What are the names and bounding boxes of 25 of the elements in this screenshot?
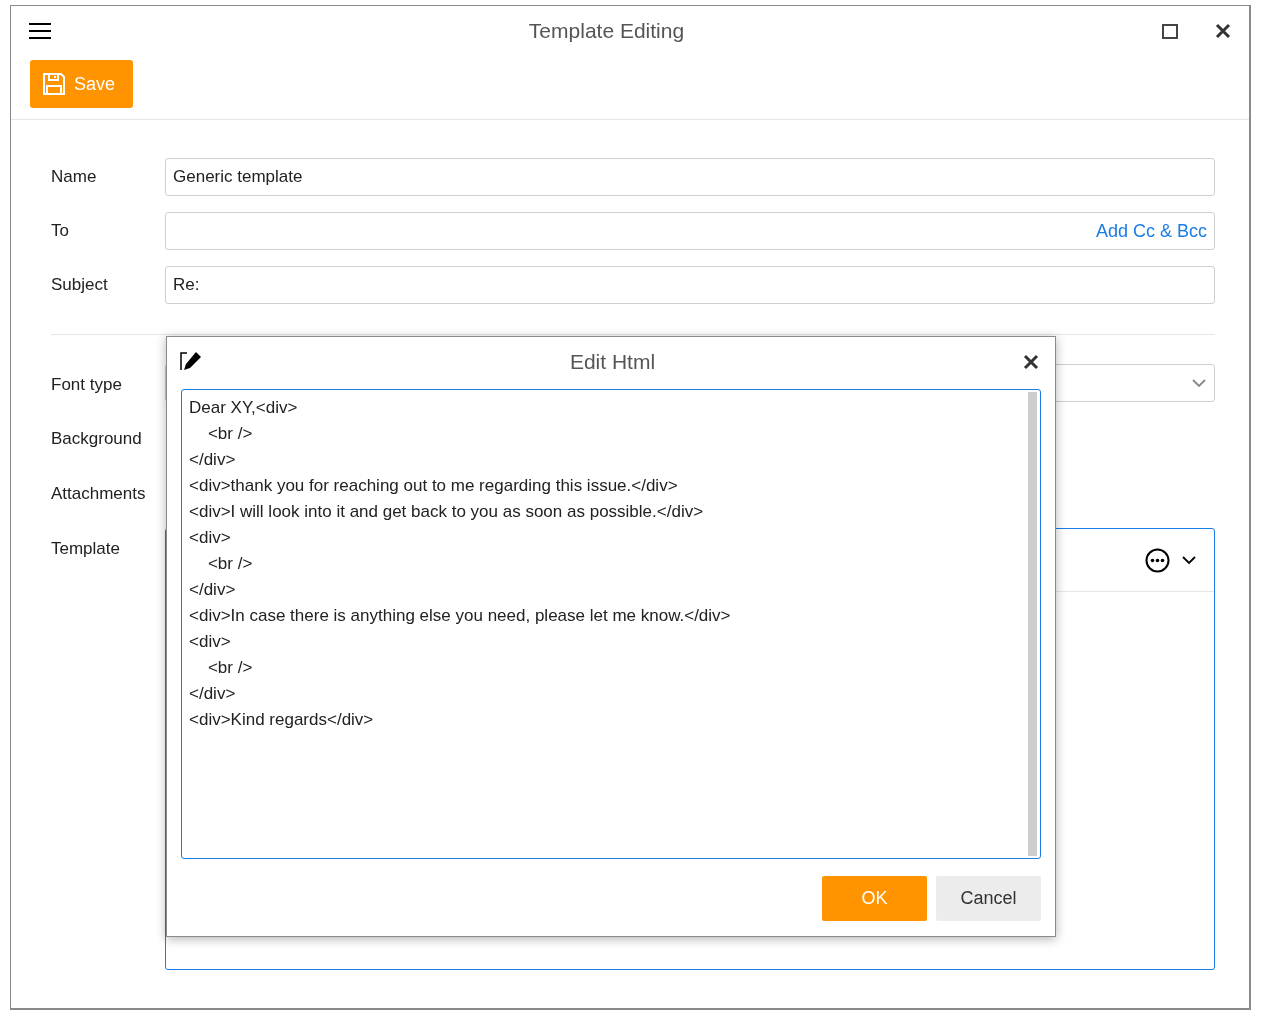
- field-label: Name: [51, 167, 98, 187]
- setting-label: Background: [51, 428, 143, 450]
- more-options-icon[interactable]: [1145, 547, 1170, 573]
- menu-icon[interactable]: [29, 23, 51, 39]
- close-icon[interactable]: [1215, 23, 1231, 39]
- cancel-button[interactable]: Cancel: [936, 876, 1041, 921]
- chevron-down-icon: [1192, 378, 1206, 388]
- html-code-field[interactable]: Dear XY,<div> <br /> </div> <div>thank you for reaching out to me regarding this issue.</div> <div>I will look into it and get back to you as soon as possible.</div> <div> <br /> </div> <div>In case there is anything else you need, please let me know.</div> <div> <br /> </div> <div>Kind regards</div>: [181, 389, 1041, 859]
- close-icon[interactable]: [1023, 354, 1039, 370]
- edit-pencil-icon: [178, 351, 202, 373]
- field-value: Generic template: [173, 167, 303, 187]
- setting-label: Template: [51, 538, 121, 560]
- add-cc-bcc-link[interactable]: Add Cc & Bcc: [1095, 220, 1207, 242]
- dialog-title: Edit Html: [568, 350, 657, 374]
- maximize-icon[interactable]: [1162, 23, 1178, 39]
- chevron-down-icon: [1182, 555, 1196, 565]
- setting-label: Attachments: [51, 483, 147, 505]
- text-input-field[interactable]: Generic template: [165, 158, 1215, 196]
- window-title: Template Editing: [527, 19, 686, 43]
- field-value: Re:: [173, 275, 200, 295]
- text-input-field[interactable]: Re:: [165, 266, 1215, 304]
- setting-label: Font type: [51, 374, 123, 396]
- text-input-field[interactable]: Add Cc & Bcc: [165, 212, 1215, 250]
- field-label: To: [51, 221, 70, 241]
- field-label: Subject: [51, 275, 109, 295]
